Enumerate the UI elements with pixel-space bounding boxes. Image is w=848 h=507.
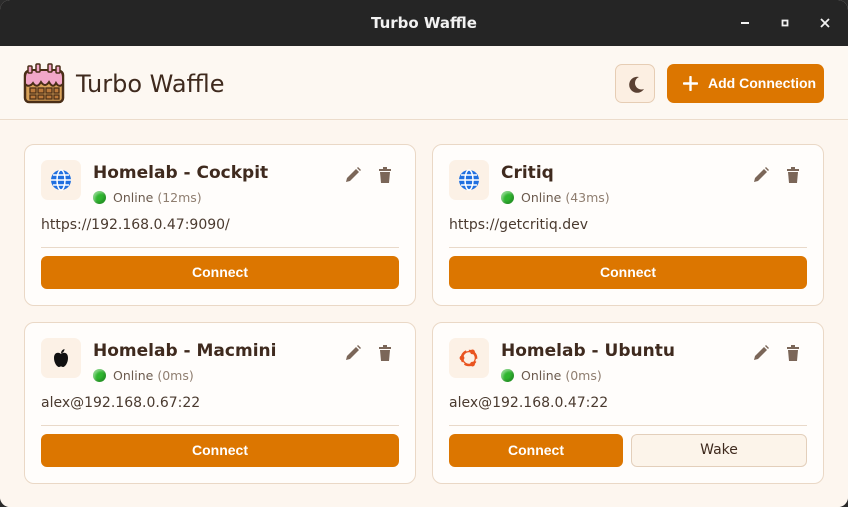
connection-icon-box [41, 160, 81, 200]
status-text: Online [113, 190, 154, 205]
wake-button[interactable]: Wake [631, 434, 807, 467]
latency-text: (43ms) [565, 190, 610, 205]
connection-address: https://getcritiq.dev [449, 217, 589, 233]
minimize-button[interactable] [735, 13, 755, 33]
status-text: Online [521, 368, 562, 383]
app-window: Turbo Waffle Turbo Waffle Add Connection… [0, 0, 848, 507]
delete-connection-button[interactable] [375, 343, 395, 363]
online-status-icon [501, 191, 514, 204]
connection-card: Homelab - Ubuntu Online (0ms) alex@192.1… [432, 322, 824, 484]
pencil-icon [754, 167, 769, 182]
divider [449, 247, 807, 248]
delete-connection-button[interactable] [375, 165, 395, 185]
moon-icon [629, 76, 644, 93]
app-header: Turbo Waffle Add Connection [0, 46, 848, 120]
pencil-icon [754, 345, 769, 360]
edit-connection-button[interactable] [751, 165, 771, 185]
maximize-button[interactable] [775, 13, 795, 33]
app-title: Turbo Waffle [76, 70, 225, 98]
connect-button[interactable]: Connect [449, 434, 623, 467]
connection-icon-box [449, 338, 489, 378]
connection-address: alex@192.168.0.47:22 [449, 395, 609, 411]
globe-icon [459, 169, 479, 191]
divider [449, 425, 807, 426]
plus-icon [683, 76, 698, 91]
trash-icon [379, 167, 391, 183]
theme-toggle-button[interactable] [615, 64, 655, 103]
online-status-icon [93, 191, 106, 204]
latency-text: (0ms) [157, 368, 194, 383]
connection-card: Homelab - Macmini Online (0ms) alex@192.… [24, 322, 416, 484]
edit-connection-button[interactable] [343, 165, 363, 185]
waffle-logo-icon [23, 62, 65, 104]
connection-address: https://192.168.0.47:9090/ [41, 217, 230, 233]
connection-status: Online (12ms) [93, 190, 202, 205]
window-title: Turbo Waffle [371, 14, 477, 32]
pencil-icon [346, 167, 361, 182]
online-status-icon [93, 369, 106, 382]
globe-icon [51, 169, 71, 191]
trash-icon [787, 345, 799, 361]
divider [41, 425, 399, 426]
status-text: Online [521, 190, 562, 205]
status-text: Online [113, 368, 154, 383]
connection-name: Homelab - Ubuntu [501, 341, 675, 361]
add-connection-button[interactable]: Add Connection [667, 64, 824, 103]
pencil-icon [346, 345, 361, 360]
connection-status: Online (0ms) [93, 368, 194, 383]
divider [41, 247, 399, 248]
ubuntu-icon [459, 348, 479, 368]
latency-text: (12ms) [157, 190, 202, 205]
connection-icon-box [449, 160, 489, 200]
trash-icon [379, 345, 391, 361]
connection-name: Homelab - Cockpit [93, 163, 269, 183]
connect-button[interactable]: Connect [41, 434, 399, 467]
connection-status: Online (0ms) [501, 368, 602, 383]
connection-address: alex@192.168.0.67:22 [41, 395, 201, 411]
title-bar[interactable]: Turbo Waffle [0, 0, 848, 46]
delete-connection-button[interactable] [783, 165, 803, 185]
connection-name: Homelab - Macmini [93, 341, 277, 361]
close-icon [820, 18, 830, 28]
close-button[interactable] [815, 13, 835, 33]
connection-status: Online (43ms) [501, 190, 610, 205]
connection-icon-box [41, 338, 81, 378]
connect-button[interactable]: Connect [41, 256, 399, 289]
delete-connection-button[interactable] [783, 343, 803, 363]
edit-connection-button[interactable] [751, 343, 771, 363]
connect-button[interactable]: Connect [449, 256, 807, 289]
connection-name: Critiq [501, 163, 554, 183]
edit-connection-button[interactable] [343, 343, 363, 363]
minimize-icon [741, 22, 749, 24]
trash-icon [787, 167, 799, 183]
maximize-icon [781, 19, 789, 27]
apple-icon [54, 349, 68, 367]
latency-text: (0ms) [565, 368, 602, 383]
connection-card: Critiq Online (43ms) https://getcritiq.d… [432, 144, 824, 306]
online-status-icon [501, 369, 514, 382]
connection-card: Homelab - Cockpit Online (12ms) https://… [24, 144, 416, 306]
add-connection-label: Add Connection [708, 75, 817, 91]
